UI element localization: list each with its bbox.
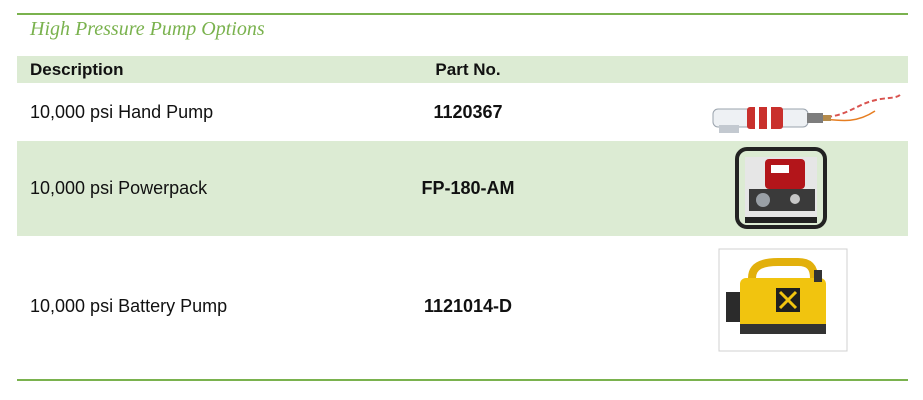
table-row: 10,000 psi Hand Pump 1120367	[17, 83, 908, 141]
table-row: 10,000 psi Battery Pump 1121014-D	[17, 236, 908, 377]
header-description: Description	[30, 59, 124, 79]
hand-pump-image	[712, 94, 901, 133]
bottom-rule	[17, 379, 908, 381]
row-description: 10,000 psi Battery Pump	[30, 296, 228, 316]
battery-pump-image	[718, 248, 848, 352]
powerpack-image	[735, 147, 827, 229]
table-header: Description Part No.	[17, 56, 908, 83]
table-row: 10,000 psi Powerpack FP-180-AM	[17, 141, 908, 236]
header-part-no: Part No.	[435, 59, 501, 79]
row-description: 10,000 psi Hand Pump	[30, 101, 214, 122]
row-part-no: 1120367	[433, 101, 503, 122]
section-title: High Pressure Pump Options	[30, 18, 265, 40]
row-part-no: 1121014-D	[423, 296, 513, 316]
row-part-no: FP-180-AM	[421, 178, 515, 198]
row-description: 10,000 psi Powerpack	[30, 178, 208, 198]
